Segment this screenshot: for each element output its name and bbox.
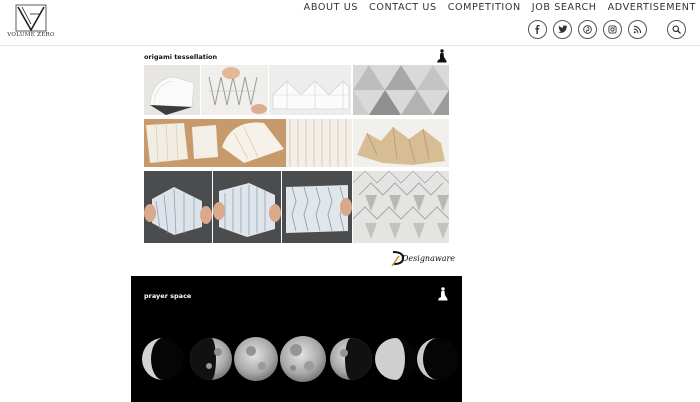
logo-v-icon	[15, 4, 47, 32]
nav-contact-us[interactable]: CONTACT US	[369, 2, 437, 13]
origami-image	[353, 119, 449, 167]
origami-image	[201, 65, 268, 115]
kneeling-person-icon	[437, 49, 447, 63]
origami-image	[353, 171, 449, 243]
pinterest-button[interactable]	[578, 20, 597, 39]
designaware-text: Designaware	[402, 254, 456, 263]
nav-about-us[interactable]: ABOUT US	[304, 2, 358, 13]
logo-text: VOLUME ZERO	[7, 32, 55, 38]
pinterest-icon	[583, 25, 592, 34]
facebook-icon	[535, 25, 540, 34]
social-links	[528, 20, 647, 39]
card-title: origami tessellation	[144, 53, 218, 61]
origami-image	[353, 65, 449, 115]
twitter-button[interactable]	[553, 20, 572, 39]
twitter-icon	[557, 25, 568, 33]
prayer-space-card[interactable]: prayer space	[131, 276, 462, 402]
search-button[interactable]	[667, 20, 686, 39]
rss-icon	[633, 25, 642, 34]
origami-image	[144, 119, 352, 167]
origami-image	[213, 171, 281, 243]
site-logo[interactable]: VOLUME ZERO	[6, 4, 56, 42]
instagram-button[interactable]	[603, 20, 622, 39]
rss-button[interactable]	[628, 20, 647, 39]
nav-competition[interactable]: COMPETITION	[448, 2, 521, 13]
facebook-button[interactable]	[528, 20, 547, 39]
main-nav: ABOUT US CONTACT US COMPETITION JOB SEAR…	[304, 0, 696, 14]
origami-image	[144, 171, 212, 243]
search-icon	[672, 25, 681, 34]
designaware-logo: Designaware	[391, 250, 456, 266]
nav-advertisement[interactable]: ADVERTISEMENT	[608, 2, 696, 13]
origami-image	[269, 65, 351, 115]
nav-job-search[interactable]: JOB SEARCH	[532, 2, 597, 13]
instagram-icon	[608, 25, 617, 34]
origami-image	[144, 65, 200, 115]
moon-phases-image	[142, 336, 459, 382]
site-header: VOLUME ZERO ABOUT US CONTACT US COMPETIT…	[0, 0, 700, 46]
origami-image	[282, 171, 352, 243]
